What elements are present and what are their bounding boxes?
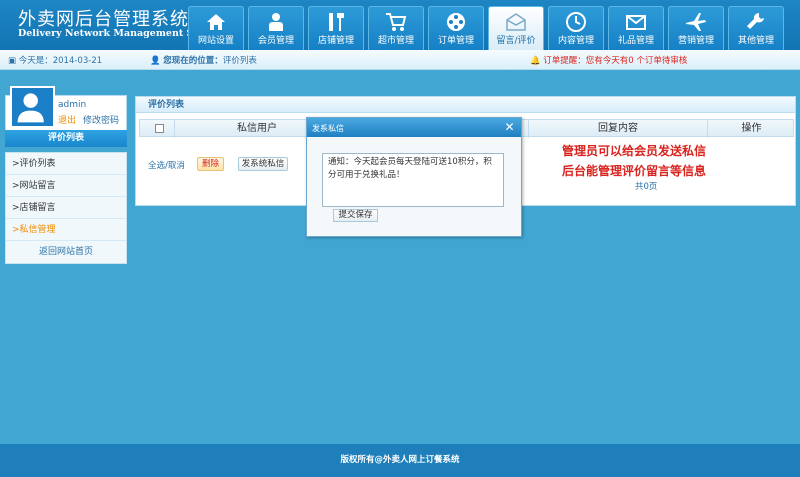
- nav-item-gifts[interactable]: 礼品管理: [608, 6, 664, 50]
- header-checkbox-cell: [140, 120, 175, 138]
- submit-save-button[interactable]: 提交保存: [333, 209, 378, 222]
- avatar: [10, 86, 55, 128]
- plane-icon: [669, 7, 723, 35]
- dialog-title: 发系私信: [312, 124, 344, 133]
- film-reel-icon: [429, 7, 483, 35]
- home-icon: [189, 7, 243, 35]
- nav-label: 礼品管理: [617, 36, 654, 46]
- clock-icon: [549, 7, 603, 35]
- user-icon: [249, 7, 303, 35]
- sidebar-section-title: 评价列表: [5, 130, 127, 147]
- logout-link[interactable]: 退出: [58, 113, 76, 126]
- nav-label: 营销管理: [677, 36, 714, 46]
- nav-item-supermarket[interactable]: 超市管理: [368, 6, 424, 50]
- dialog-header: 发系私信 ✕: [307, 118, 521, 137]
- nav-item-marketing[interactable]: 营销管理: [668, 6, 724, 50]
- username: admin: [58, 100, 87, 110]
- header-bar: 外卖网后台管理系统 Delivery Network Management Sy…: [0, 0, 800, 50]
- column-header-actions: 操作: [741, 123, 762, 134]
- cart-icon: [369, 7, 423, 35]
- current-date: ▣ 今天是：2014-03-21: [8, 56, 103, 66]
- user-card: admin 退出 修改密码: [5, 86, 127, 131]
- footer-copyright: 版权所有@外卖人网上订餐系统: [0, 444, 800, 477]
- nav-label: 其他管理: [737, 36, 774, 46]
- message-textarea[interactable]: 通知：今天起会员每天登陆可送10积分，积分可用于兑换礼品！: [322, 153, 504, 207]
- wrench-icon: [729, 7, 783, 35]
- column-header-reply: 回复内容: [528, 120, 708, 138]
- info-bar: ▣ 今天是：2014-03-21 👤 您现在的位置：评价列表 🔔 订单提醒：您有…: [0, 50, 800, 70]
- envelope-icon: [609, 7, 663, 35]
- panel-title: 评价列表: [136, 97, 795, 113]
- user-small-icon: 👤: [150, 56, 164, 66]
- nav-label: 超市管理: [377, 36, 414, 46]
- nav-label: 留言/评价: [496, 36, 536, 46]
- sidebar-menu: >评价列表 >网站留言 >店铺留言 >私信管理 返回网站首页: [5, 152, 127, 264]
- delete-button[interactable]: 删除: [197, 157, 224, 171]
- sidebar-item-site-messages[interactable]: >网站留言: [6, 175, 126, 197]
- send-system-message-button[interactable]: 发系统私信: [238, 157, 288, 171]
- nav-item-content[interactable]: 内容管理: [548, 6, 604, 50]
- page-count: 共0页: [635, 182, 658, 192]
- change-password-link[interactable]: 修改密码: [83, 113, 119, 126]
- nav-item-site-settings[interactable]: 网站设置: [188, 6, 244, 50]
- select-all-checkbox[interactable]: [155, 124, 164, 133]
- send-message-dialog: 发系私信 ✕ 通知：今天起会员每天登陆可送10积分，积分可用于兑换礼品！ 提交保…: [306, 117, 522, 237]
- nav-item-shops[interactable]: 店铺管理: [308, 6, 364, 50]
- nav-item-orders[interactable]: 订单管理: [428, 6, 484, 50]
- nav-item-other[interactable]: 其他管理: [728, 6, 784, 50]
- nav-item-messages-reviews[interactable]: 留言/评价: [488, 6, 544, 50]
- nav-label: 店铺管理: [317, 36, 354, 46]
- sidebar-item-private-messages[interactable]: >私信管理: [6, 219, 126, 241]
- close-icon[interactable]: ✕: [503, 121, 516, 134]
- breadcrumb: 👤 您现在的位置：评价列表: [150, 56, 257, 66]
- back-to-home-link[interactable]: 返回网站首页: [6, 241, 126, 263]
- nav-label: 内容管理: [557, 36, 594, 46]
- nav-item-members[interactable]: 会员管理: [248, 6, 304, 50]
- mail-open-icon: [489, 7, 543, 35]
- sidebar-item-review-list[interactable]: >评价列表: [6, 153, 126, 175]
- admin-note-line2: 后台能管理评价留言等信息: [562, 164, 707, 178]
- bell-icon: 🔔: [530, 56, 544, 66]
- sidebar-item-shop-messages[interactable]: >店铺留言: [6, 197, 126, 219]
- calendar-icon: ▣: [8, 56, 19, 66]
- nav-label: 网站设置: [197, 36, 234, 46]
- order-alert[interactable]: 🔔 订单提醒：您有今天有0 个订单待审核: [530, 54, 687, 66]
- nav-label: 会员管理: [257, 36, 294, 46]
- tools-icon: [309, 7, 363, 35]
- admin-note-line1: 管理员可以给会员发送私信: [562, 144, 707, 158]
- nav-label: 订单管理: [437, 36, 474, 46]
- select-all-toggle[interactable]: 全选/取消: [148, 159, 185, 171]
